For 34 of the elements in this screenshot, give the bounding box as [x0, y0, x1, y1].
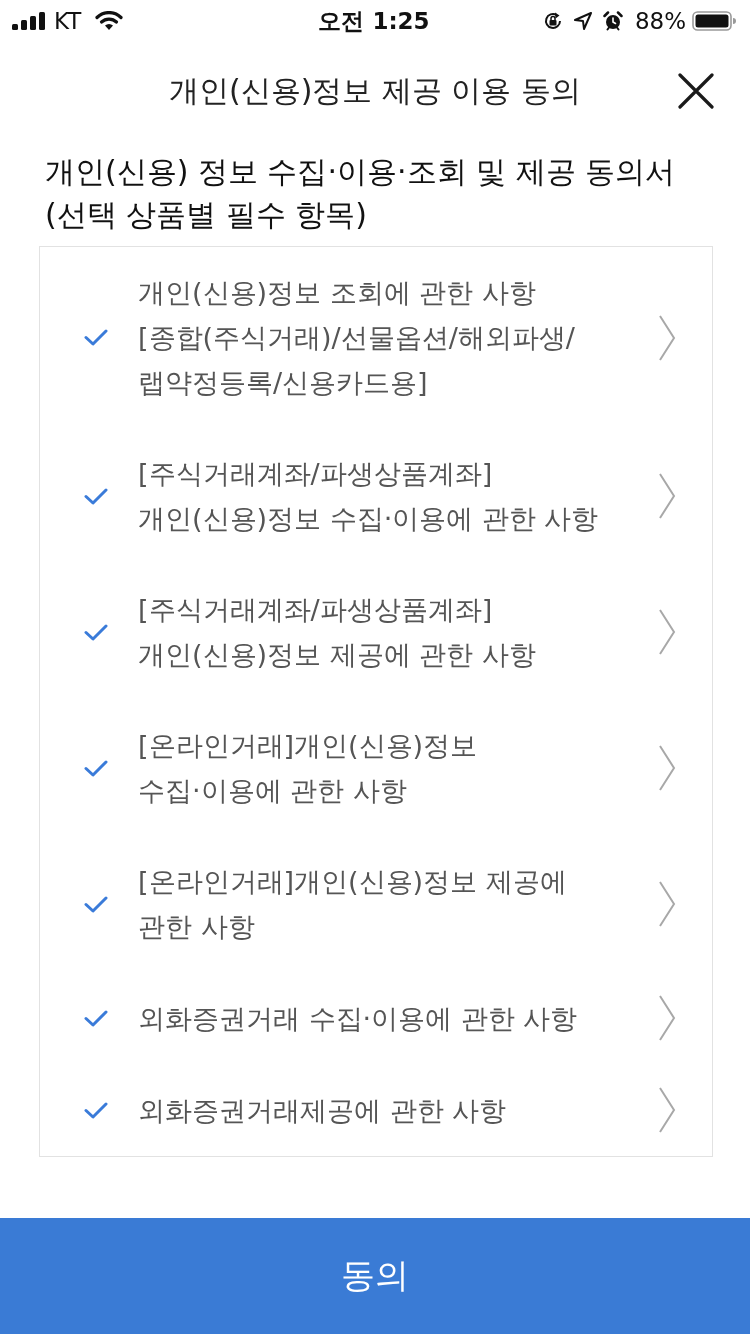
consent-item[interactable]: [주식거래계좌/파생상품계좌] 개인(신용)정보 수집·이용에 관한 사항: [40, 428, 712, 564]
chevron-right-icon: [658, 609, 676, 655]
agree-button[interactable]: 동의: [0, 1218, 750, 1334]
item-label: [온라인거래]개인(신용)정보 수집·이용에 관한 사항: [138, 729, 479, 808]
consent-item[interactable]: [주식거래계좌/파생상품계좌] 개인(신용)정보 제공에 관한 사항: [40, 564, 712, 700]
item-label: [주식거래계좌/파생상품계좌] 개인(신용)정보 제공에 관한 사항: [138, 593, 537, 672]
item-label: 외화증권거래제공에 관한 사항: [138, 1093, 508, 1128]
wifi-icon: [95, 11, 124, 31]
close-icon: [678, 73, 714, 109]
consent-heading: 개인(신용) 정보 수집·이용·조회 및 제공 동의서 (선택 상품별 필수 항목): [45, 153, 677, 234]
consent-item[interactable]: 개인(신용)정보 조회에 관한 사항 [종합(주식거래)/선물옵션/해외파생/ 랩약정등록/신용카드용]: [40, 247, 712, 428]
item-label: [주식거래계좌/파생상품계좌] 개인(신용)정보 수집·이용에 관한 사항: [138, 457, 600, 536]
battery-percent: 88%: [634, 8, 686, 34]
signal-icon: [12, 12, 46, 30]
status-time: 오전 1:25: [318, 8, 430, 34]
battery-icon: [692, 11, 736, 31]
consent-item[interactable]: 외화증권거래제공에 관한 사항: [40, 1064, 712, 1156]
chevron-right-icon: [658, 1087, 676, 1133]
chevron-right-icon: [658, 314, 676, 361]
consent-item[interactable]: [온라인거래]개인(신용)정보 수집·이용에 관한 사항: [40, 700, 712, 836]
carrier-name: KT: [54, 8, 82, 34]
location-arrow-icon: [572, 11, 593, 31]
chevron-right-icon: [658, 745, 676, 791]
chevron-right-icon: [658, 881, 676, 927]
rotation-lock-icon: [542, 11, 563, 31]
chevron-right-icon: [658, 473, 676, 519]
item-label: 개인(신용)정보 조회에 관한 사항 [종합(주식거래)/선물옵션/해외파생/ 랩약정등록/신용카드용]: [138, 276, 576, 400]
consent-item[interactable]: [온라인거래]개인(신용)정보 제공에 관한 사항: [40, 836, 712, 972]
screen-title: 개인(신용)정보 제공 이용 동의: [169, 72, 581, 110]
item-label: [온라인거래]개인(신용)정보 제공에 관한 사항: [138, 865, 568, 944]
consent-item[interactable]: 외화증권거래 수집·이용에 관한 사항: [40, 972, 712, 1064]
alarm-clock-icon: [602, 11, 623, 31]
item-label: 외화증권거래 수집·이용에 관한 사항: [138, 1001, 579, 1036]
chevron-right-icon: [658, 995, 676, 1041]
